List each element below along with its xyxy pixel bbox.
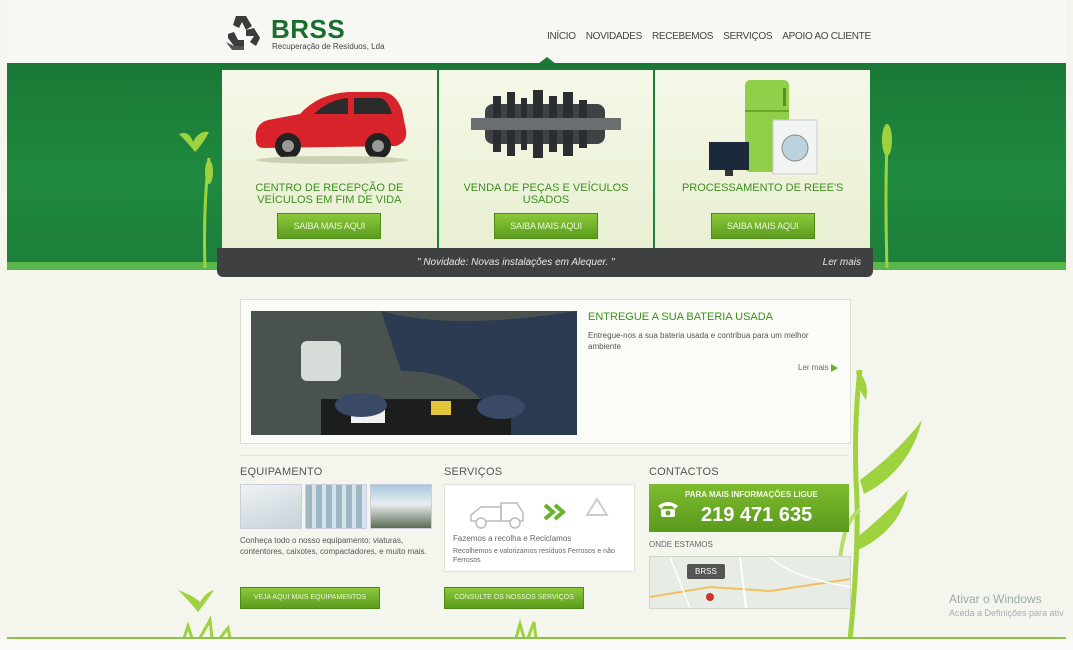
- card-title: CENTRO DE RECEPÇÃO DE VEÍCULOS EM FIM DE…: [255, 182, 404, 206]
- news-ticker: " Novidade: Novas instalações em Alequer…: [217, 248, 873, 277]
- saiba-mais-button[interactable]: SAIBA MAIS AQUI: [494, 213, 598, 239]
- ler-mais-link[interactable]: Ler mais: [823, 257, 861, 268]
- brand-name[interactable]: BRSS: [271, 14, 345, 45]
- saiba-mais-button[interactable]: SAIBA MAIS AQUI: [277, 213, 382, 239]
- nav-item-inicio[interactable]: INÍCIO: [547, 31, 576, 42]
- nav-item-servicos[interactable]: SERVIÇOS: [723, 31, 772, 42]
- gearbox-icon: [471, 90, 621, 158]
- nav-item-apoio-cliente[interactable]: APOIO AO CLIENTE: [782, 31, 871, 42]
- card-title: PROCESSAMENTO DE REEE'S: [681, 182, 844, 194]
- equipment-text: Conheça todo o nosso equipamento: viatur…: [240, 536, 427, 556]
- phone-number[interactable]: 219 471 635: [701, 504, 812, 527]
- phone-box[interactable]: PARA MAIS INFORMAÇÕES LIGUE 219 471 635: [649, 484, 849, 532]
- page: BRSS Recuperação de Resíduos, Lda INÍCIO…: [0, 0, 1073, 650]
- footer: [0, 639, 1073, 650]
- services-title: SERVIÇOS: [444, 466, 503, 478]
- divider: [240, 455, 849, 456]
- nav-item-novidades[interactable]: NOVIDADES: [586, 31, 643, 42]
- card-reee: PROCESSAMENTO DE REEE'S SAIBA MAIS AQUI: [655, 70, 871, 248]
- contacts-title: CONTACTOS: [649, 466, 719, 478]
- hero-cards: CENTRO DE RECEPÇÃO DE VEÍCULOS EM FIM DE…: [222, 70, 871, 248]
- appliances-icon: [708, 80, 818, 176]
- header: [7, 0, 1066, 63]
- equipment-title: EQUIPAMENTO: [240, 466, 323, 478]
- windows-activation-text: Aceda a Definições para ativ: [949, 608, 1064, 618]
- butterfly-plant-icon: [179, 131, 213, 268]
- telephone-icon: [658, 502, 678, 517]
- feature-text: Entregue-nos a sua bateria usada e contr…: [588, 331, 809, 351]
- services-button[interactable]: CONSULTE OS NOSSOS SERVIÇOS: [444, 587, 584, 609]
- red-car-icon: [256, 92, 409, 164]
- feature-panel: ENTREGUE A SUA BATERIA USADA Entregue-no…: [240, 299, 851, 444]
- feature-ler-mais[interactable]: Ler mais: [798, 363, 838, 372]
- arrow-right-icon: [830, 363, 838, 372]
- services-line2: Recolhemos e valorizamos resíduos Ferros…: [453, 548, 615, 564]
- services-line1: Fazemos a recolha e Reciclamos: [453, 534, 572, 543]
- card-vehicles: CENTRO DE RECEPÇÃO DE VEÍCULOS EM FIM DE…: [222, 70, 437, 248]
- news-text[interactable]: " Novidade: Novas instalações em Alequer…: [417, 257, 615, 268]
- location-map[interactable]: BRSS: [649, 556, 851, 609]
- feature-ler-mais-label[interactable]: Ler mais: [798, 363, 829, 372]
- card-parts: VENDA DE PEÇAS E VEÍCULOS USADOS SAIBA M…: [438, 70, 654, 248]
- windows-activation-title: Ativar o Windows: [949, 592, 1042, 606]
- services-box: Fazemos a recolha e Reciclamos Recolhemo…: [444, 484, 635, 572]
- equipment-thumb[interactable]: [240, 484, 302, 529]
- map-pin-label: BRSS: [687, 564, 725, 579]
- map-roads-icon: [650, 557, 850, 608]
- equipment-thumbnails: [240, 484, 432, 529]
- nav-item-recebemos[interactable]: RECEBEMOS: [652, 31, 714, 42]
- equipment-thumb[interactable]: [305, 484, 367, 529]
- plant-right-icon: [882, 124, 892, 268]
- equipment-button[interactable]: VEJA AQUI MAIS EQUIPAMENTOS: [240, 587, 380, 609]
- main-nav: INÍCIO NOVIDADES RECEBEMOS SERVIÇOS APOI…: [547, 31, 871, 42]
- grass-icon: [514, 618, 538, 638]
- equipment-thumb[interactable]: [370, 484, 432, 529]
- battery-photo[interactable]: [251, 311, 577, 435]
- truck-recycle-icon: [470, 497, 609, 529]
- bird-icon: [178, 590, 214, 612]
- brand-tagline: Recuperação de Resíduos, Lda: [272, 42, 385, 51]
- feature-title[interactable]: ENTREGUE A SUA BATERIA USADA: [588, 311, 773, 323]
- grass-icon: [182, 616, 232, 638]
- card-title: VENDA DE PEÇAS E VEÍCULOS USADOS: [463, 182, 629, 206]
- where-label: ONDE ESTAMOS: [649, 540, 713, 549]
- phone-label: PARA MAIS INFORMAÇÕES LIGUE: [685, 490, 818, 499]
- recycle-logo-icon[interactable]: [222, 12, 268, 54]
- saiba-mais-button[interactable]: SAIBA MAIS AQUI: [710, 213, 815, 239]
